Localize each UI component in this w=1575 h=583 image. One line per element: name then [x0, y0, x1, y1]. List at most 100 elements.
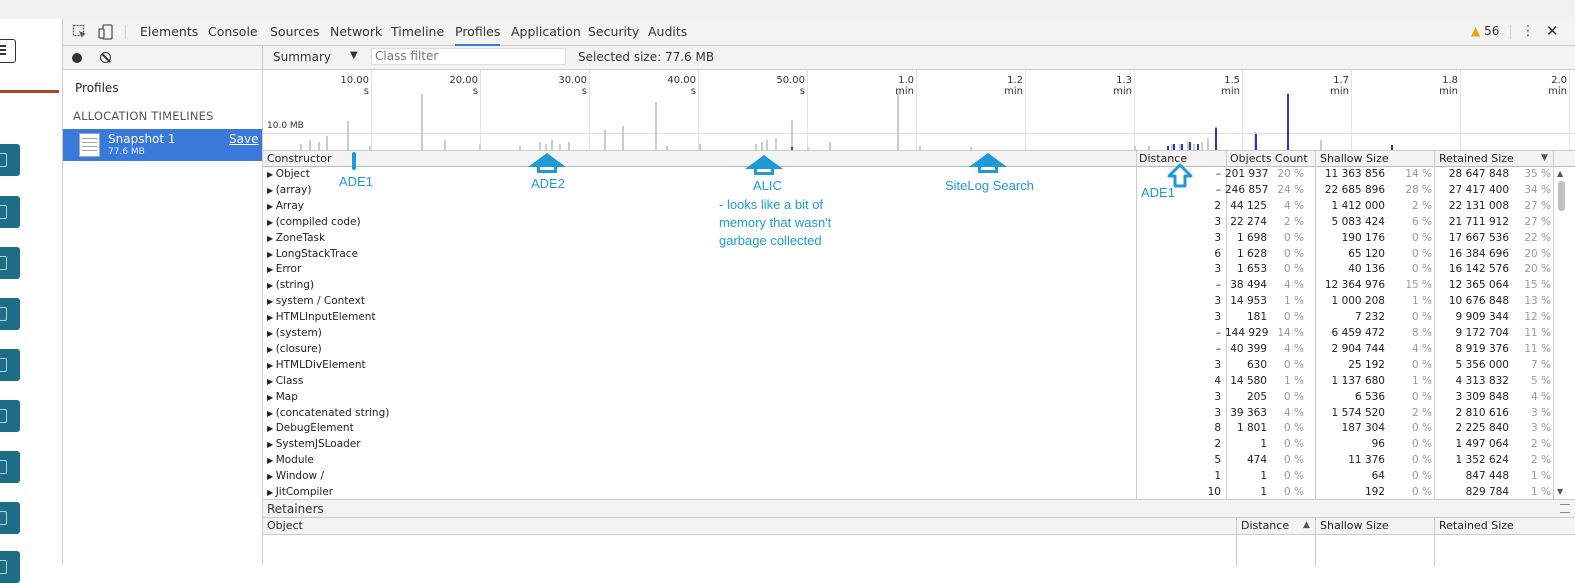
object-column-header[interactable]: Object [267, 519, 303, 532]
table-row[interactable]: ▶ HTMLInputElement 3 181 0 % 7 232 0 % 9 909 3… [263, 310, 1553, 326]
app-side-button[interactable] [0, 349, 20, 381]
table-row[interactable]: ▶ system / Context 3 14 953 1 % 1 000 208 1 %… [263, 294, 1553, 310]
table-row[interactable]: ▶ (string) –38 494 4 % 12 364 976 15 % 12 365… [263, 278, 1553, 294]
expand-triangle-icon[interactable]: ▶ [267, 218, 276, 227]
table-row[interactable]: ▶ Class 4 14 580 1 % 1 137 680 1 % 4 313 832 5 … [263, 374, 1553, 390]
expand-triangle-icon[interactable]: ▶ [267, 186, 276, 195]
expand-triangle-icon[interactable]: ▶ [267, 393, 276, 402]
constructor-column-header[interactable]: Constructor [267, 152, 332, 165]
scale-line [263, 133, 1575, 134]
table-row[interactable]: ▶ (system) –144 929 14 % 6 459 472 8 % 9 172 … [263, 326, 1553, 342]
table-row[interactable]: ▶ Object –201 937 20 % 11 363 856 14 % 28 647… [263, 167, 1553, 183]
warnings-indicator[interactable]: ▲ 56 [1471, 24, 1499, 38]
app-side-button[interactable] [0, 144, 20, 176]
expand-triangle-icon[interactable]: ▶ [267, 456, 276, 465]
table-row[interactable]: ▶ (concatenated string) 3 39 363 4 % 1 574 5… [263, 406, 1553, 422]
table-row[interactable]: ▶ ZoneTask 3 1 698 0 % 190 176 0 % 17 667 536 2… [263, 231, 1553, 247]
allocation-timeline-overview[interactable]: 10.00 s 20.00 s 30.00 s 40.00 s 50.00 s 1.0 m… [263, 70, 1575, 151]
expand-triangle-icon[interactable]: ▶ [267, 234, 276, 243]
shallow-size-column-header[interactable]: Shallow Size [1320, 152, 1389, 165]
shp-cell: 0 % [1412, 263, 1432, 276]
sh-cell: 40 136 [1348, 263, 1385, 276]
tab-console[interactable]: Console [208, 19, 258, 44]
shp-cell: 14 % [1405, 168, 1432, 180]
scroll-down-icon[interactable]: ▼ [1557, 487, 1563, 496]
table-row[interactable]: ▶ (closure) –40 399 4 % 2 904 744 4 % 8 919 3… [263, 342, 1553, 358]
app-side-button[interactable] [0, 400, 20, 432]
table-row[interactable]: ▶ Map 3 205 0 % 6 536 0 % 3 309 848 4 % [263, 390, 1553, 406]
table-row[interactable]: ▶ (array) –246 857 24 % 22 685 896 28 % 27 41… [263, 183, 1553, 199]
tab-application[interactable]: Application [511, 19, 581, 44]
table-row[interactable]: ▶ Error 3 1 653 0 % 40 136 0 % 16 142 576 20 % [263, 262, 1553, 278]
table-row[interactable]: ▶ Module 5 474 0 % 11 376 0 % 1 352 624 2 % [263, 453, 1553, 469]
device-mode-icon[interactable] [98, 24, 114, 40]
expand-triangle-icon[interactable]: ▶ [267, 424, 276, 433]
table-row[interactable]: ▶ Array 2 44 125 4 % 1 412 000 2 % 22 131 008 2… [263, 199, 1553, 215]
profiles-sidebar: Profiles ALLOCATION TIMELINES Snapshot 1… [63, 46, 263, 565]
expand-triangle-icon[interactable]: ▶ [267, 440, 276, 449]
scroll-thumb[interactable] [1558, 181, 1565, 211]
menu-icon[interactable] [0, 39, 16, 63]
expand-triangle-icon[interactable]: ▶ [267, 488, 276, 497]
shp-cell: 1 % [1412, 295, 1432, 308]
objects-count-column-header[interactable]: Objects Count [1230, 152, 1308, 165]
expand-triangle-icon[interactable]: ▶ [267, 313, 276, 322]
allocation-bar [1134, 146, 1136, 150]
app-side-button[interactable] [0, 551, 20, 583]
expand-triangle-icon[interactable]: ▶ [267, 265, 276, 274]
expand-triangle-icon[interactable]: ▶ [267, 297, 276, 306]
tab-timeline[interactable]: Timeline [391, 19, 444, 44]
expand-triangle-icon[interactable]: ▶ [267, 361, 276, 370]
table-row[interactable]: ▶ (compiled code) 3 22 274 2 % 5 083 424 6 % 2… [263, 215, 1553, 231]
constructor-name: Error [275, 263, 302, 276]
view-select[interactable]: Summary [273, 50, 331, 64]
retainers-distance-column-header[interactable]: Distance [1241, 519, 1289, 532]
tab-network[interactable]: Network [330, 19, 382, 44]
app-side-button[interactable] [0, 298, 20, 330]
expand-triangle-icon[interactable]: ▶ [267, 281, 276, 290]
shp-cell: 8 % [1412, 327, 1432, 339]
retained-size-column-header[interactable]: Retained Size [1439, 152, 1514, 165]
constructor-name: SystemJSLoader [275, 438, 361, 451]
tab-elements[interactable]: Elements [140, 19, 198, 44]
tab-audits[interactable]: Audits [648, 19, 687, 44]
app-side-button[interactable] [0, 502, 20, 534]
table-row[interactable]: ▶ LongStackTrace 6 1 628 0 % 65 120 0 % 16 384… [263, 247, 1553, 263]
snapshot-item[interactable]: Snapshot 1 77.6 MB Save [63, 129, 262, 161]
expand-triangle-icon[interactable]: ▶ [267, 409, 276, 418]
retainers-retained-size-column-header[interactable]: Retained Size [1439, 519, 1514, 532]
clear-icon[interactable] [100, 52, 111, 63]
shp-cell: 15 % [1405, 279, 1432, 292]
save-link[interactable]: Save [229, 132, 258, 146]
table-row[interactable]: ▶ DebugElement 8 1 801 0 % 187 304 0 % 2 225 8… [263, 421, 1553, 437]
expand-triangle-icon[interactable]: ▶ [267, 345, 276, 354]
expand-triangle-icon[interactable]: ▶ [267, 202, 276, 211]
table-row[interactable]: ▶ Window / 1 1 0 % 64 0 % 847 448 1 % [263, 469, 1553, 485]
more-options-icon[interactable]: ⋮ [1521, 23, 1535, 39]
expand-triangle-icon[interactable]: ▶ [267, 377, 276, 386]
record-icon[interactable] [72, 53, 82, 63]
chevron-down-icon[interactable]: ▼ [350, 50, 358, 61]
sh-cell: 12 364 976 [1324, 279, 1385, 292]
scroll-up-icon[interactable]: ▲ [1557, 169, 1563, 178]
app-side-button[interactable] [0, 247, 20, 279]
table-scrollbar[interactable]: ▲ ▼ [1553, 167, 1569, 499]
tab-sources[interactable]: Sources [270, 19, 319, 44]
expand-triangle-icon[interactable]: ▶ [267, 329, 276, 338]
close-icon[interactable]: ✕ [1546, 22, 1559, 40]
expand-triangle-icon[interactable]: ▶ [267, 250, 276, 259]
app-side-button[interactable] [0, 196, 20, 228]
tab-profiles[interactable]: Profiles [455, 19, 501, 46]
class-filter-input[interactable] [371, 48, 566, 65]
expand-triangle-icon[interactable]: ▶ [267, 472, 276, 481]
dist-cell: 3 [1214, 358, 1221, 371]
app-side-button[interactable] [0, 451, 20, 483]
inspect-element-icon[interactable] [72, 24, 88, 40]
table-row[interactable]: ▶ SystemJSLoader 2 1 0 % 96 0 % 1 497 064 2 % [263, 437, 1553, 453]
resize-grip-icon[interactable] [1560, 504, 1570, 513]
table-row[interactable]: ▶ HTMLDivElement 3 630 0 % 25 192 0 % 5 356 00… [263, 358, 1553, 374]
tab-security[interactable]: Security [588, 19, 639, 44]
timeline-tick-label: 1.2 min [1004, 75, 1023, 97]
expand-triangle-icon[interactable]: ▶ [267, 170, 276, 179]
retainers-shallow-size-column-header[interactable]: Shallow Size [1320, 519, 1389, 532]
